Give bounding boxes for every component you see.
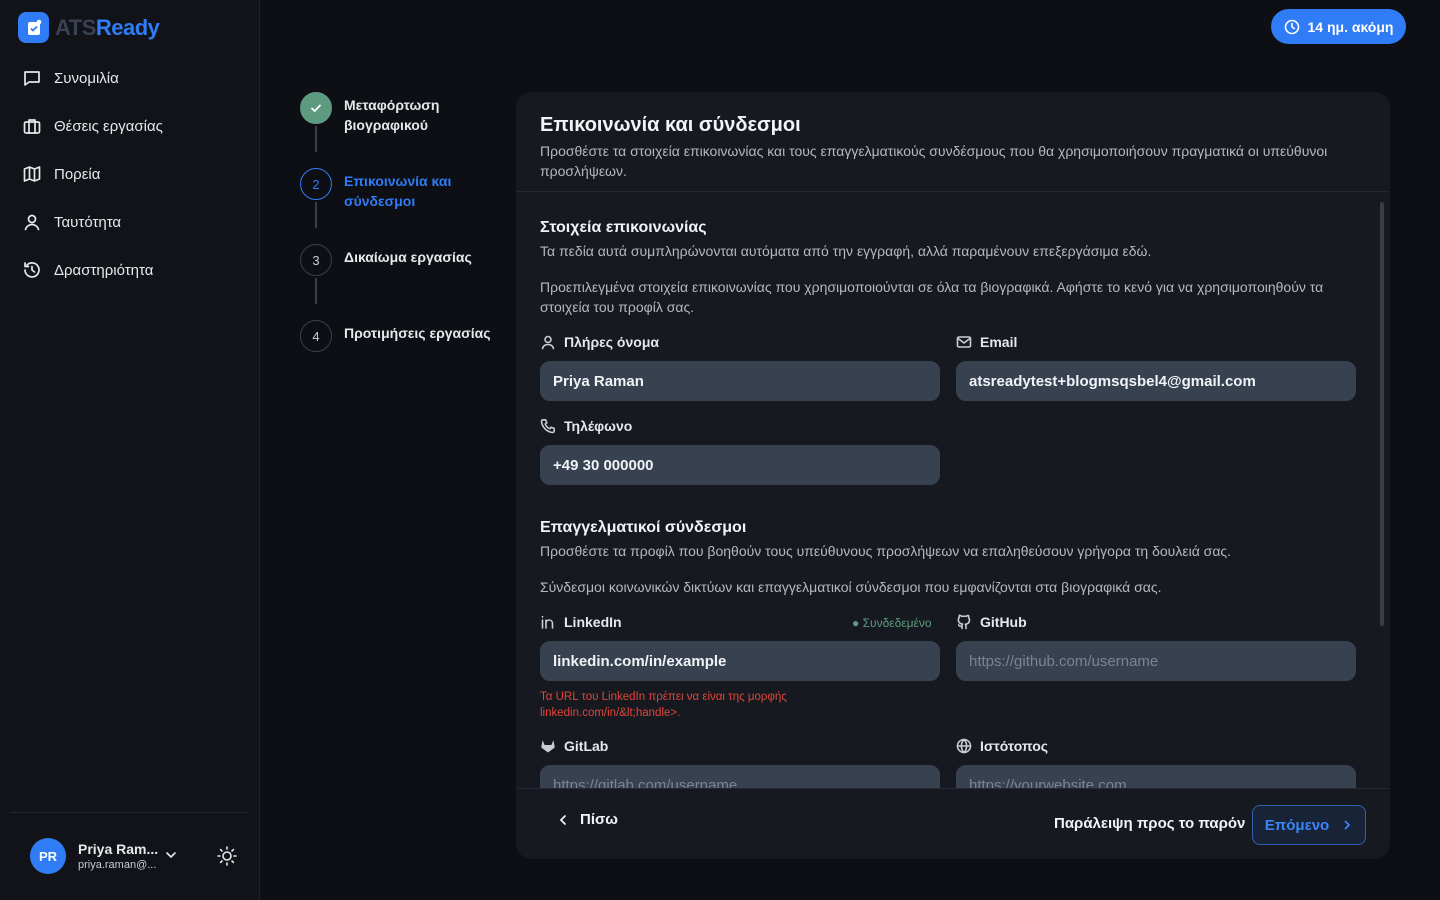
map-icon xyxy=(23,166,41,182)
user-email: priya.raman@... xyxy=(78,859,157,871)
logo-text: ATSReady xyxy=(55,14,160,40)
history-icon xyxy=(24,262,40,278)
card-footer: Πίσω Παράλειψη προς το παρόν Επόμενο xyxy=(516,788,1390,859)
sidebar-item-jobs[interactable]: Θέσεις εργασίας xyxy=(10,102,248,150)
linkedin-error: Τα URL του LinkedIn πρέπει να είναι της … xyxy=(540,691,787,719)
next-button[interactable]: Επόμενο xyxy=(1252,805,1366,845)
step-number: 4 xyxy=(300,320,332,352)
github-label: GitHub xyxy=(956,614,1027,630)
fullname-field[interactable] xyxy=(540,361,940,401)
fullname-label: Πλήρες όνομα xyxy=(540,334,659,350)
skip-button[interactable]: Παράλειψη προς το παρόν xyxy=(1054,815,1245,832)
gitlab-label: GitLab xyxy=(540,738,608,754)
globe-icon xyxy=(956,738,972,754)
sidebar-item-label: Δραστηριότητα xyxy=(54,261,154,279)
page-title: Επικοινωνία και σύνδεσμοι xyxy=(540,114,801,136)
links-section-desc: Προσθέστε τα προφίλ που βοηθούν τους υπε… xyxy=(540,543,1232,559)
user-icon xyxy=(24,214,40,231)
chevron-right-icon xyxy=(1344,820,1351,830)
step-contact-links[interactable]: 2 Επικοινωνία και σύνδεσμοι xyxy=(300,168,504,211)
contact-section-note: Προεπιλεγμένα στοιχεία επικοινωνίας που … xyxy=(540,279,1324,315)
github-icon xyxy=(957,614,971,630)
email-label: Email xyxy=(956,334,1017,350)
gitlab-icon xyxy=(541,740,555,753)
step-work-authorization[interactable]: 3 Δικαίωμα εργασίας xyxy=(300,244,504,276)
page-subtitle: Προσθέστε τα στοιχεία επικοινωνίας και τ… xyxy=(540,143,1328,179)
check-icon xyxy=(311,104,321,113)
step-upload-cv[interactable]: Μεταφόρτωση βιογραφικού xyxy=(300,92,504,135)
linkedin-field[interactable] xyxy=(540,641,940,681)
website-field[interactable] xyxy=(956,765,1356,788)
sidebar-item-identity[interactable]: Ταυτότητα xyxy=(10,198,248,246)
trial-days-button[interactable]: 14 ημ. ακόμη xyxy=(1271,9,1406,44)
chevron-left-icon xyxy=(559,814,566,825)
scrollbar[interactable] xyxy=(1380,202,1384,626)
contact-section-title: Στοιχεία επικοινωνίας xyxy=(540,219,707,236)
step-done-circle xyxy=(300,92,332,124)
sidebar: ATSReady Συνομιλία Θέσεις εργασίας Πορεί… xyxy=(0,0,260,900)
briefcase-icon xyxy=(23,119,41,134)
phone-icon xyxy=(540,418,556,434)
website-label: Ιστότοπος xyxy=(956,738,1048,754)
step-label: Προτιμήσεις εργασίας xyxy=(344,325,491,341)
phone-field[interactable] xyxy=(540,445,940,485)
chevron-down-icon[interactable] xyxy=(164,848,178,862)
email-field[interactable] xyxy=(956,361,1356,401)
links-section-note: Σύνδεσμοι κοινωνικών δικτύων και επαγγελ… xyxy=(540,579,1162,595)
contact-section-desc: Τα πεδία αυτά συμπληρώνονται αυτόματα απ… xyxy=(540,243,1152,259)
sidebar-nav: Συνομιλία Θέσεις εργασίας Πορεία Ταυτότη… xyxy=(10,54,248,294)
sidebar-item-label: Συνομιλία xyxy=(54,69,119,87)
linkedin-label: LinkedIn xyxy=(540,614,622,630)
step-label: Μεταφόρτωση βιογραφικού xyxy=(344,97,440,133)
sidebar-item-path[interactable]: Πορεία xyxy=(10,150,248,198)
card-header: Επικοινωνία και σύνδεσμοι Προσθέστε τα σ… xyxy=(516,92,1390,192)
logo[interactable]: ATSReady xyxy=(18,12,160,43)
sun-icon[interactable] xyxy=(216,845,238,867)
github-field[interactable] xyxy=(956,641,1356,681)
phone-label: Τηλέφωνο xyxy=(540,418,632,434)
user-icon xyxy=(541,335,555,350)
step-label: Δικαίωμα εργασίας xyxy=(344,249,472,265)
linkedin-icon xyxy=(541,615,554,629)
step-job-preferences[interactable]: 4 Προτιμήσεις εργασίας xyxy=(300,320,504,352)
avatar: PR xyxy=(30,838,66,874)
sidebar-item-label: Θέσεις εργασίας xyxy=(54,117,163,135)
mail-icon xyxy=(956,336,972,348)
step-label: Επικοινωνία και σύνδεσμοι xyxy=(344,173,452,209)
sidebar-item-label: Ταυτότητα xyxy=(54,213,122,231)
gitlab-field[interactable] xyxy=(540,765,940,788)
logo-mark-icon xyxy=(18,12,49,43)
trial-label: 14 ημ. ακόμη xyxy=(1307,18,1394,35)
linkedin-connected-badge: ● Συνδεδεμένο xyxy=(852,616,932,630)
step-number: 3 xyxy=(300,244,332,276)
sidebar-divider xyxy=(10,812,247,813)
user-name: Priya Ram... xyxy=(78,841,159,857)
user-menu[interactable]: PR Priya Ram... priya.raman@... xyxy=(30,838,158,874)
form-scroll-area[interactable]: Στοιχεία επικοινωνίας Τα πεδία αυτά συμπ… xyxy=(516,193,1390,788)
step-connector xyxy=(315,278,317,304)
contact-links-card: Επικοινωνία και σύνδεσμοι Προσθέστε τα σ… xyxy=(516,92,1390,859)
sidebar-item-activity[interactable]: Δραστηριότητα xyxy=(10,246,248,294)
clock-icon xyxy=(1284,19,1299,34)
sidebar-item-chat[interactable]: Συνομιλία xyxy=(10,54,248,102)
links-section-title: Επαγγελματικοί σύνδεσμοι xyxy=(540,519,747,536)
chat-icon xyxy=(24,71,40,86)
step-number: 2 xyxy=(300,168,332,200)
sidebar-item-label: Πορεία xyxy=(54,165,101,183)
back-button[interactable]: Πίσω xyxy=(556,811,618,828)
